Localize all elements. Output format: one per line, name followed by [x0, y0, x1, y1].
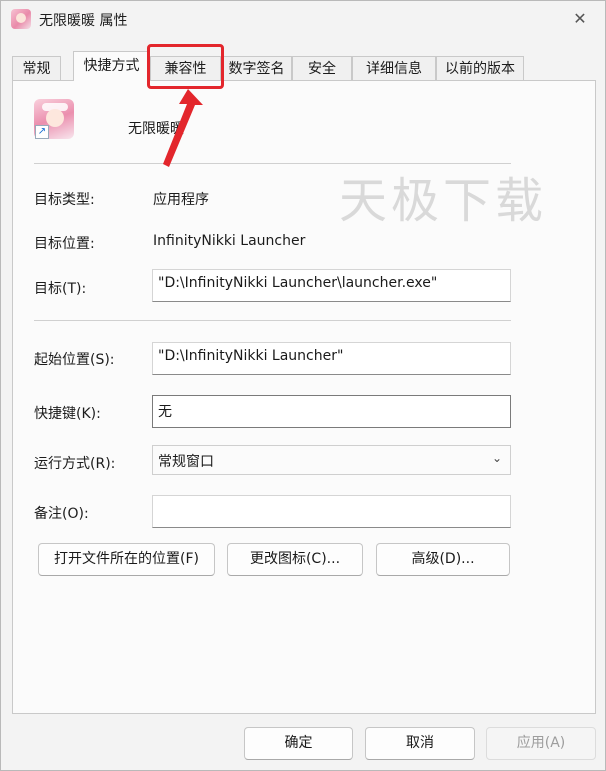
annotation-highlight-box: [147, 44, 224, 89]
hotkey-input[interactable]: 无: [152, 395, 511, 428]
title-bar: 无限暖暖 属性 ✕: [1, 1, 605, 39]
apply-button[interactable]: 应用(A): [486, 727, 596, 760]
tab-digital-signatures[interactable]: 数字签名: [221, 56, 292, 80]
shortcut-arrow-icon: ↗: [35, 125, 49, 139]
target-type-value: 应用程序: [153, 192, 209, 208]
comment-label: 备注(O):: [34, 506, 89, 522]
target-type-label: 目标类型:: [34, 192, 95, 208]
ok-button[interactable]: 确定: [244, 727, 353, 760]
separator: [34, 320, 511, 321]
properties-window: 无限暖暖 属性 ✕ 常规 快捷方式 兼容性 数字签名 安全 详细信息 以前的版本…: [0, 0, 606, 771]
tab-previous-versions[interactable]: 以前的版本: [436, 56, 524, 80]
tab-security[interactable]: 安全: [292, 56, 352, 80]
target-location-value: InfinityNikki Launcher: [153, 233, 306, 249]
run-label: 运行方式(R):: [34, 456, 116, 472]
start-in-label: 起始位置(S):: [34, 352, 115, 368]
tab-details[interactable]: 详细信息: [352, 56, 436, 80]
tab-shortcut[interactable]: 快捷方式: [73, 51, 150, 81]
run-select[interactable]: 常规窗口 ⌄: [152, 445, 511, 475]
app-title-icon: [11, 9, 31, 29]
target-location-label: 目标位置:: [34, 236, 95, 252]
run-select-value: 常规窗口: [158, 454, 214, 470]
hotkey-label: 快捷键(K):: [34, 406, 101, 422]
separator: [34, 163, 511, 164]
chevron-down-icon: ⌄: [491, 451, 502, 465]
window-title: 无限暖暖 属性: [39, 13, 128, 29]
cancel-button[interactable]: 取消: [365, 727, 475, 760]
annotation-arrow-icon: [163, 89, 203, 167]
start-in-input[interactable]: "D:\InfinityNikki Launcher": [152, 342, 511, 375]
change-icon-button[interactable]: 更改图标(C)...: [227, 543, 363, 576]
close-icon[interactable]: ✕: [565, 5, 595, 33]
comment-input[interactable]: [152, 495, 511, 528]
open-file-location-button[interactable]: 打开文件所在的位置(F): [38, 543, 215, 576]
target-input[interactable]: "D:\InfinityNikki Launcher\launcher.exe": [152, 269, 511, 302]
tab-general[interactable]: 常规: [12, 56, 61, 80]
watermark: 天极下载: [339, 173, 548, 229]
advanced-button[interactable]: 高级(D)...: [376, 543, 510, 576]
target-label: 目标(T):: [34, 281, 87, 297]
